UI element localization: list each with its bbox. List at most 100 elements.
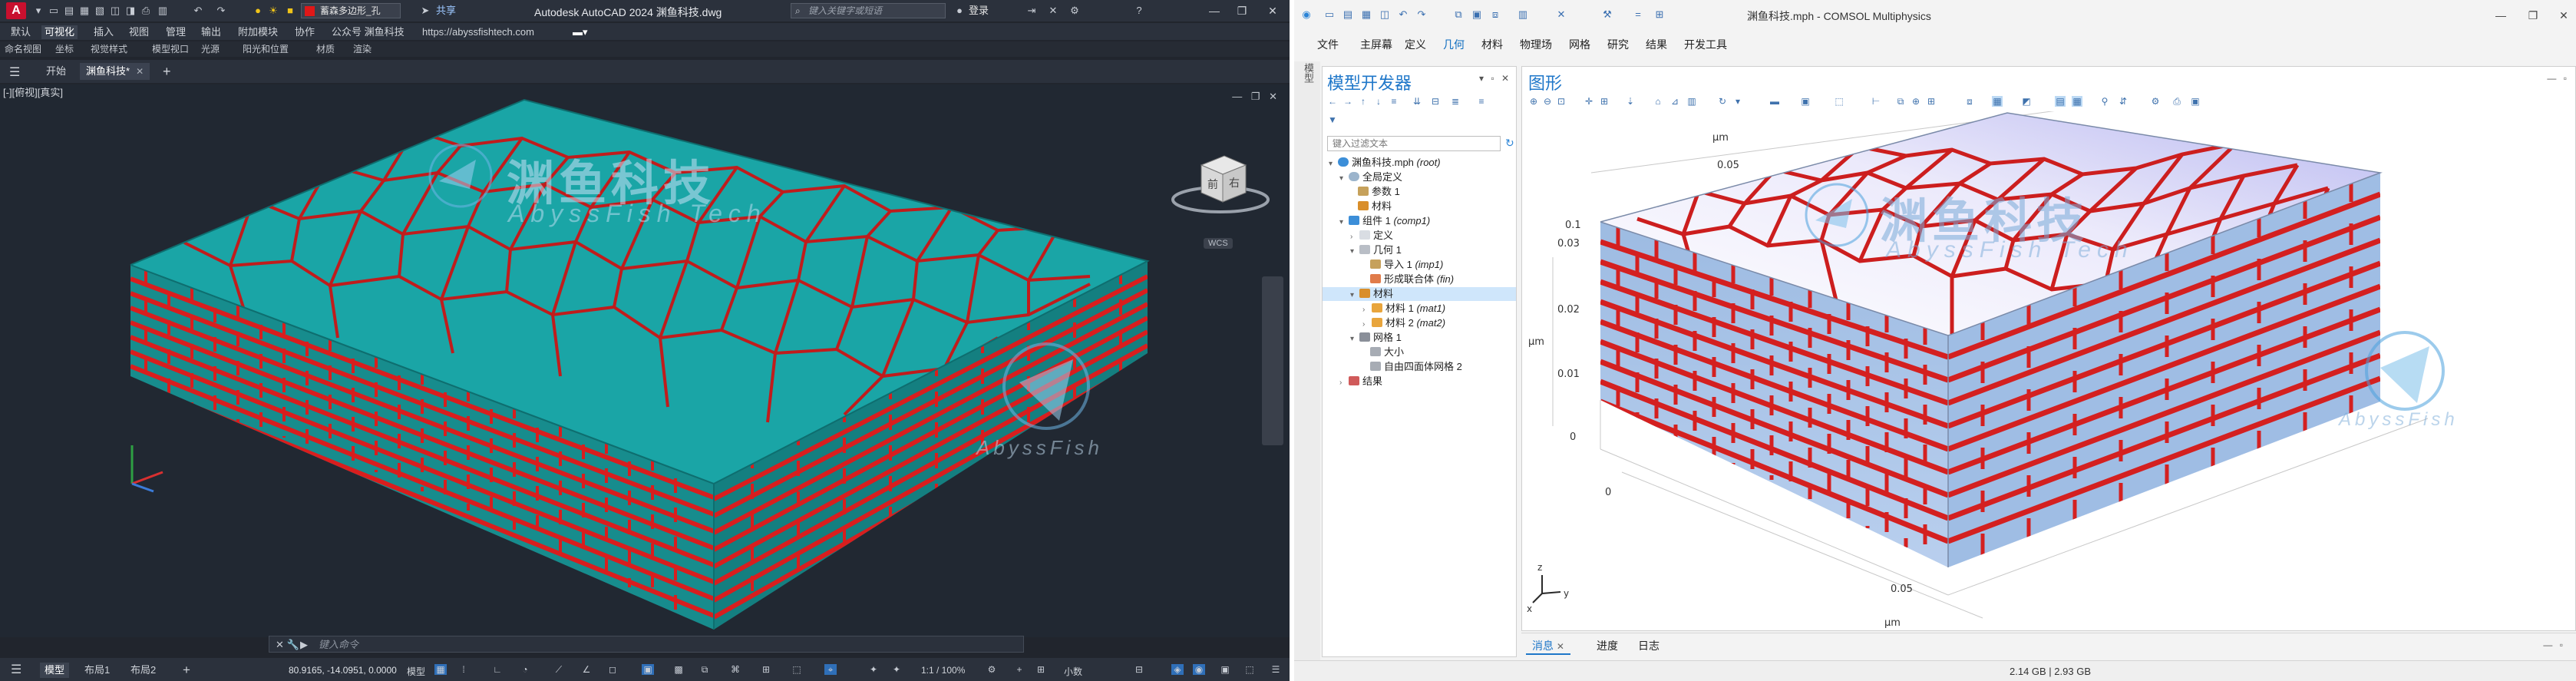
expand-icon[interactable]: ⊟ <box>1430 96 1441 107</box>
tree-node[interactable]: ▾ 渊鱼科技.mph (root) <box>1329 156 1441 170</box>
layout-tab[interactable]: 布局2 <box>126 663 160 678</box>
build-icon[interactable]: ⚒ <box>1601 8 1613 21</box>
user-icon[interactable]: ● <box>953 5 966 17</box>
progress-tab[interactable]: 进度 <box>1590 636 1624 655</box>
panel-controls[interactable]: ▾ ▫ ✕ <box>1479 73 1511 84</box>
zoom-out-icon[interactable]: ⊖ <box>1542 96 1553 107</box>
isodraft-icon[interactable]: ⟋ <box>553 664 565 675</box>
options-icon[interactable]: ⇵ <box>2118 96 2129 107</box>
expand-arrow-icon[interactable]: › <box>1350 230 1359 244</box>
menu-results[interactable]: 结果 <box>1646 37 1667 52</box>
tree-node[interactable]: ▾ 全局定义 <box>1339 170 1402 184</box>
panel-label[interactable]: 阳光和位置 <box>243 41 289 57</box>
menu-study[interactable]: 研究 <box>1607 37 1629 52</box>
tree-node[interactable]: › 材料 1 (mat1) <box>1362 302 1445 316</box>
save-icon[interactable]: ▦ <box>78 5 91 17</box>
minimize-button[interactable]: — <box>2490 8 2512 23</box>
ribbon-tab[interactable]: 协作 <box>292 25 318 39</box>
doc-tab-active[interactable]: 渊鱼科技* ✕ <box>80 63 150 80</box>
refresh-icon[interactable]: ↻ <box>1505 137 1514 150</box>
maximize-button[interactable]: ❐ <box>2522 8 2544 23</box>
close-tab-icon[interactable]: ✕ <box>136 66 144 77</box>
expand-arrow-icon[interactable]: ▾ <box>1339 216 1349 230</box>
close-button[interactable]: ✕ <box>1262 3 1283 18</box>
zoom-extents-icon[interactable]: ✛ <box>1584 96 1594 107</box>
open-recent-icon[interactable]: ◫ <box>1379 8 1391 21</box>
close-command-icon[interactable]: ✕ 🔧 <box>276 638 299 652</box>
autocad-logo[interactable]: A <box>6 2 26 19</box>
select-all-icon[interactable]: ⊕ <box>1911 96 1921 107</box>
url-text[interactable]: https://abyssfishtech.com <box>422 25 534 39</box>
dropdown-arrow-icon[interactable]: ▾ <box>32 5 45 17</box>
dynamic-ucs-icon[interactable]: ⊞ <box>760 664 772 675</box>
clean-screen-icon[interactable]: ⬚ <box>1243 664 1256 675</box>
tree-node[interactable]: 形成联合体 (fin) <box>1370 273 1454 286</box>
undo-icon[interactable]: ↶ <box>1397 8 1409 21</box>
ribbon-tab[interactable]: 视图 <box>126 25 152 39</box>
sun-icon[interactable]: ☀ <box>267 5 279 17</box>
lightbulb-icon[interactable]: ● <box>252 5 264 17</box>
transparency-icon[interactable]: ◩ <box>2021 96 2032 107</box>
new-tab-icon[interactable]: + <box>163 63 171 80</box>
panel-label[interactable]: 模型视口 <box>152 41 189 57</box>
zoom-box-icon[interactable]: ⊡ <box>1556 96 1567 107</box>
cart-icon[interactable]: ⇥ <box>1025 5 1038 17</box>
duplicate-icon[interactable]: ⧈ <box>1489 8 1501 21</box>
coordinates-readout[interactable]: 80.9165, -14.0951, 0.0000 <box>289 665 397 676</box>
osnap-icon[interactable]: ◻ <box>606 664 619 675</box>
ribbon-tab-active[interactable]: 可视化 <box>41 25 78 39</box>
expand-arrow-icon[interactable]: ▾ <box>1339 172 1349 186</box>
compact-history-icon[interactable]: ▥ <box>1517 8 1529 21</box>
print-icon[interactable]: ⎙ <box>140 5 152 17</box>
minimize-button[interactable]: — <box>1204 3 1225 18</box>
filter-icon[interactable]: ▼ <box>1327 114 1338 125</box>
comsol-logo-icon[interactable]: ◉ <box>1300 8 1313 21</box>
menu-icon[interactable]: ☰ <box>6 663 26 678</box>
polar-icon[interactable]: ◔ <box>519 664 531 675</box>
tree-node[interactable]: 自由四面体网格 2 <box>1370 360 1462 374</box>
account-icon[interactable]: ⚙ <box>1068 5 1081 17</box>
customization-icon[interactable]: ☰ <box>1270 664 1282 675</box>
open-icon[interactable]: ▤ <box>1342 8 1354 21</box>
expand-arrow-icon[interactable]: › <box>1362 303 1372 317</box>
close-tab-icon[interactable]: ✕ <box>1557 641 1564 652</box>
tree-node[interactable]: ▾ 几何 1 <box>1350 243 1402 257</box>
expand-arrow-icon[interactable]: ▾ <box>1329 157 1338 171</box>
panel-label[interactable]: 材质 <box>316 41 335 57</box>
gizmo-icon[interactable]: ⌖ <box>824 664 837 675</box>
menu-materials[interactable]: 材料 <box>1481 37 1503 52</box>
drawing-viewport[interactable]: [-][俯视][真实] — ❐ ✕ 渊鱼科技 AbyssFish Tech Ab… <box>0 84 1290 637</box>
tree-node[interactable]: 大小 <box>1370 345 1404 359</box>
scene-light-icon[interactable]: ▤ <box>2055 96 2066 107</box>
clear-selection-icon[interactable]: ⊞ <box>1926 96 1937 107</box>
workspace-gear-icon[interactable]: ⚙ <box>986 664 998 675</box>
settings-gear-icon[interactable]: ⚙ <box>2150 96 2161 107</box>
hardware-acceleration-icon[interactable]: ▣ <box>1219 664 1231 675</box>
viewcube[interactable]: 前 右 <box>1171 142 1270 219</box>
view-icon[interactable]: ⇣ <box>1625 96 1636 107</box>
expand-arrow-icon[interactable]: ▾ <box>1350 245 1359 259</box>
panel-label[interactable]: 光源 <box>201 41 220 57</box>
new-icon[interactable]: ▭ <box>1323 8 1336 21</box>
ribbon-tab[interactable]: 附加模块 <box>235 25 281 39</box>
menu-home[interactable]: 主屏幕 <box>1360 37 1392 52</box>
compute-icon[interactable]: = <box>1632 8 1644 21</box>
grid-toggle-icon[interactable]: ▦ <box>2072 96 2082 107</box>
tree-node[interactable]: 导入 1 (imp1) <box>1370 258 1443 272</box>
selection-cycling-icon[interactable]: ⧉ <box>698 664 711 675</box>
layout-tab[interactable]: 布局1 <box>80 663 114 678</box>
web-open-icon[interactable]: ◫ <box>109 5 121 17</box>
3d-osnap-icon[interactable]: ⌘ <box>729 664 741 675</box>
tree-node[interactable]: 材料 <box>1358 200 1392 213</box>
up-icon[interactable]: ↑ <box>1358 96 1369 107</box>
quick-properties-icon[interactable]: ⊟ <box>1133 664 1145 675</box>
viewcube-front[interactable]: 前 <box>1207 178 1218 191</box>
tree-view-icon[interactable]: ≣ <box>1450 96 1461 107</box>
zoom-selection-icon[interactable]: ⊞ <box>1599 96 1610 107</box>
transparency-icon[interactable]: ▩ <box>672 664 685 675</box>
expand-arrow-icon[interactable]: › <box>1339 376 1349 390</box>
undo-icon[interactable]: ↶ <box>192 5 204 17</box>
annotation-scale[interactable]: 1:1 / 100% <box>921 665 965 676</box>
select-boundary-icon[interactable]: ⬚ <box>1834 96 1844 107</box>
ortho-icon[interactable]: ∟ <box>491 664 504 675</box>
